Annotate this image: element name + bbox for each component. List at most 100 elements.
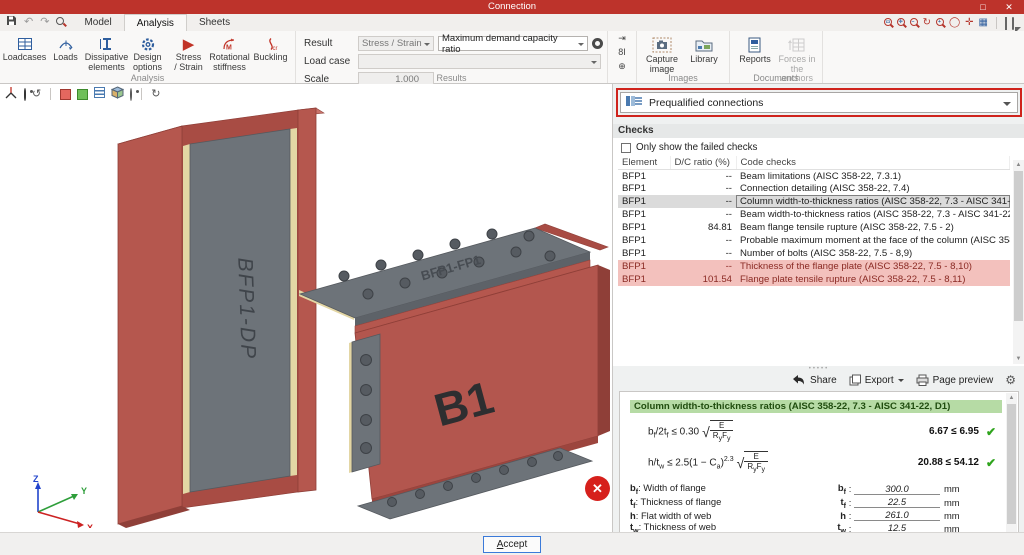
result-type-dropdown[interactable]: Stress / Strain xyxy=(358,36,434,51)
report-settings-gear-icon[interactable]: ⚙ xyxy=(1005,373,1016,387)
scroll-up-icon[interactable]: ▲ xyxy=(1006,393,1017,403)
window-layout-icon[interactable] xyxy=(1005,18,1007,29)
table-row[interactable]: BFP1--Connection detailing (AISC 358-22,… xyxy=(618,182,1010,195)
bolt-forces-toggle-icon[interactable]: 8I xyxy=(613,47,631,58)
chevron-down-icon xyxy=(591,61,597,67)
buckling-button[interactable]: cr Buckling xyxy=(250,33,291,63)
export-button[interactable]: Export xyxy=(849,374,904,386)
scroll-thumb[interactable] xyxy=(1007,404,1016,524)
checks-scrollbar[interactable]: ▲ ▼ xyxy=(1013,160,1024,364)
connection-3d-model[interactable]: BFP1-DP BFP1-FP1 B1 xyxy=(0,104,612,528)
buckling-icon: cr xyxy=(263,35,279,53)
search-icon[interactable] xyxy=(56,16,64,28)
tab-model[interactable]: Model xyxy=(72,14,123,31)
i-beam-icon xyxy=(99,35,115,53)
reports-button[interactable]: Reports xyxy=(734,33,776,65)
viewport-3d[interactable]: ↺ ↻ BFP1-DP xyxy=(0,84,612,532)
col-code-checks[interactable]: Code checks xyxy=(736,156,1010,170)
dissipative-elements-button[interactable]: Dissipative elements xyxy=(86,33,127,72)
move-icon[interactable]: ✛ xyxy=(965,17,973,29)
deformed-shape-toggle-icon[interactable]: ⇥ xyxy=(613,33,631,44)
axes-triad-icon[interactable] xyxy=(5,86,18,102)
chevron-down-icon xyxy=(1003,102,1011,110)
wireframe-view-icon[interactable] xyxy=(94,87,105,101)
close-button[interactable]: ✕ xyxy=(996,0,1022,14)
table-row[interactable]: BFP184.81Beam flange tensile rupture (AI… xyxy=(618,221,1010,234)
table-row[interactable]: BFP1--Probable maximum moment at the fac… xyxy=(618,234,1010,247)
save-icon[interactable] xyxy=(6,15,17,29)
zoom-window-icon[interactable]: ▭ xyxy=(884,18,892,29)
display-toggle-strip: ⇥ 8I ⊕ xyxy=(608,31,637,83)
ribbon-group-documents: Reports Forces in the anchors Documents xyxy=(730,31,823,83)
doubler-plate-label: BFP1-DP xyxy=(233,257,260,360)
check-detail-report: Column width-to-thickness ratios (AISC 3… xyxy=(619,391,1019,555)
comment-icon[interactable] xyxy=(1012,18,1014,29)
table-row[interactable]: BFP1--Beam limitations (AISC 358-22, 7.3… xyxy=(618,170,1010,183)
weld-strip xyxy=(183,144,190,494)
solid-view-icon[interactable] xyxy=(60,89,71,100)
scroll-thumb[interactable] xyxy=(1014,171,1023,321)
view-orientation-icon[interactable] xyxy=(24,89,26,100)
visibility-eye-icon[interactable] xyxy=(130,89,132,100)
splitter-handle[interactable]: ••••• xyxy=(613,367,1024,372)
col-element[interactable]: Element xyxy=(618,156,670,170)
ribbon-group-analysis: Loadcases Loads Dissipative elements Des… xyxy=(0,31,296,83)
formula-row: h/tw ≤ 2.5(1 − Ca)2.3√ERyFy 20.88 ≤ 54.1… xyxy=(648,451,1002,475)
toolbar-divider xyxy=(141,88,142,100)
table-row[interactable]: BFP1--Beam width-to-thickness ratios (AI… xyxy=(618,208,1010,221)
failed-checks-checkbox[interactable] xyxy=(621,143,631,153)
connection-type-value: Prequalified connections xyxy=(649,97,763,109)
scroll-down-icon[interactable]: ▼ xyxy=(1013,354,1024,364)
table-row[interactable]: BFP1--Number of bolts (AISC 358-22, 7.5 … xyxy=(618,247,1010,260)
redo-icon[interactable]: ↷ xyxy=(40,16,49,28)
zoom-out-icon[interactable]: − xyxy=(910,18,918,29)
report-scrollbar[interactable]: ▲ ▼ xyxy=(1006,393,1017,555)
maximize-button[interactable]: □ xyxy=(970,0,996,14)
weld-display-toggle-icon[interactable]: ⊕ xyxy=(613,61,631,72)
load-case-label: Load case xyxy=(304,56,354,67)
share-button[interactable]: Share xyxy=(792,374,837,386)
table-row-failed[interactable]: BFP1--Thickness of the flange plate (AIS… xyxy=(618,260,1010,273)
load-case-dropdown[interactable] xyxy=(358,54,601,69)
transparent-view-icon[interactable] xyxy=(77,89,88,100)
error-badge[interactable]: ✕ xyxy=(585,476,610,501)
fit-screen-icon[interactable]: ▦ xyxy=(979,17,988,29)
table-row-selected[interactable]: BFP1--Column width-to-thickness ratios (… xyxy=(618,195,1010,208)
variable-row: tf: Thickness of flange tf:22.5mm xyxy=(630,496,1002,510)
capture-image-button[interactable]: Capture image xyxy=(641,33,683,74)
orbit-view-icon[interactable]: ↺ xyxy=(32,87,41,101)
axes-triad: Z Y X xyxy=(33,474,93,528)
connection-type-dropdown[interactable]: Prequalified connections xyxy=(620,92,1018,113)
scroll-up-icon[interactable]: ▲ xyxy=(1013,160,1024,170)
pan-icon[interactable]: ◯ xyxy=(949,17,960,29)
tab-sheets[interactable]: Sheets xyxy=(187,14,242,31)
formula-result: 20.88 ≤ 54.12 xyxy=(918,457,979,468)
refresh-view-icon[interactable]: ↻ xyxy=(151,87,160,101)
undo-icon[interactable]: ↶ xyxy=(24,16,33,28)
design-options-button[interactable]: Design options xyxy=(127,33,168,72)
ribbon-tab-row: ↶ ↷ Model Analysis Sheets ▭ ✛ − ↻ + ◯ ✛ … xyxy=(0,14,1024,31)
column-left-flange[interactable] xyxy=(118,126,182,524)
accept-button[interactable]: Accept xyxy=(483,536,541,553)
zoom-all-icon[interactable]: ✛ xyxy=(897,18,905,29)
table-row-failed[interactable]: BFP1101.54Flange plate tensile rupture (… xyxy=(618,273,1010,286)
page-preview-button[interactable]: Page preview xyxy=(916,374,994,386)
toolbar-divider xyxy=(996,17,997,29)
ratio-display-toggle-icon[interactable] xyxy=(592,38,603,49)
loads-button[interactable]: Loads xyxy=(45,33,86,63)
library-button[interactable]: Library xyxy=(683,33,725,65)
cube-view-icon[interactable] xyxy=(111,86,124,102)
weld-strip xyxy=(349,342,352,473)
loadcases-button[interactable]: Loadcases xyxy=(4,33,45,63)
report-title: Column width-to-thickness ratios (AISC 3… xyxy=(630,400,1002,413)
stress-strain-run-button[interactable]: ▶ Stress / Strain xyxy=(168,33,209,72)
checks-table-header: Element D/C ratio (%) Code checks xyxy=(618,156,1010,170)
tab-analysis[interactable]: Analysis xyxy=(124,14,187,31)
zoom-in-icon[interactable]: + xyxy=(936,18,944,29)
rotational-stiffness-button[interactable]: M Rotational stiffness xyxy=(209,33,250,72)
redraw-icon[interactable]: ↻ xyxy=(923,17,931,29)
ribbon-group-images: Capture image Library Images xyxy=(637,31,730,83)
col-ratio[interactable]: D/C ratio (%) xyxy=(670,156,736,170)
result-mode-dropdown[interactable]: Maximum demand capacity ratio xyxy=(438,36,588,51)
right-panel: Prequalified connections Checks Only sho… xyxy=(612,84,1024,532)
